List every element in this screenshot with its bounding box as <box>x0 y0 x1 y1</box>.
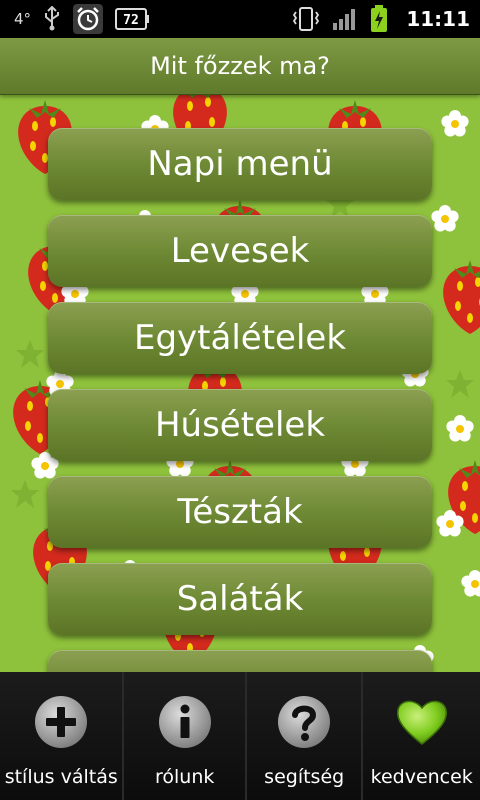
info-icon <box>158 696 211 748</box>
menu-item-napi-menu[interactable]: Napi menü <box>48 128 432 200</box>
tab-style-switch[interactable]: stílus váltás <box>0 672 125 800</box>
tab-help[interactable]: segítség <box>246 672 364 800</box>
menu-content[interactable]: Napi menü Levesek Egytálételek Húsételek… <box>0 94 480 672</box>
battery-level-text: 72 <box>123 13 139 28</box>
menu-item-egytaletelek[interactable]: Egytálételek <box>48 302 432 374</box>
menu-item-husetelek[interactable]: Húsételek <box>48 389 432 461</box>
usb-icon <box>43 6 61 32</box>
tab-label: kedvencek <box>370 766 473 788</box>
tab-label: rólunk <box>154 766 215 788</box>
tab-favorites[interactable]: kedvencek <box>363 672 480 800</box>
help-icon <box>278 696 331 748</box>
page-title: Mit főzzek ma? <box>150 52 330 80</box>
tab-about[interactable]: rólunk <box>124 672 247 800</box>
heart-icon <box>396 700 447 745</box>
battery-notification-icon: 72 <box>115 8 150 30</box>
menu-item-tesztak[interactable]: Tészták <box>48 476 432 548</box>
signal-icon <box>332 7 358 31</box>
tab-label: segítség <box>264 766 345 788</box>
clock-time: 11:11 <box>406 7 470 31</box>
bottom-tab-bar: stílus váltás rólunk segítség kedvencek <box>0 672 480 800</box>
status-bar: 4° 72 11:11 <box>0 0 480 38</box>
tab-label: stílus váltás <box>4 766 118 788</box>
plus-icon <box>35 696 88 748</box>
menu-item-levesek[interactable]: Levesek <box>48 215 432 287</box>
menu-item-partial[interactable] <box>48 650 432 672</box>
title-bar: Mit főzzek ma? <box>0 38 480 95</box>
temperature-text: 4° <box>14 10 32 28</box>
vibrate-icon <box>292 6 320 32</box>
alarm-clock-icon <box>73 4 104 34</box>
battery-charging-icon <box>370 5 388 33</box>
menu-item-salatak[interactable]: Saláták <box>48 563 432 635</box>
